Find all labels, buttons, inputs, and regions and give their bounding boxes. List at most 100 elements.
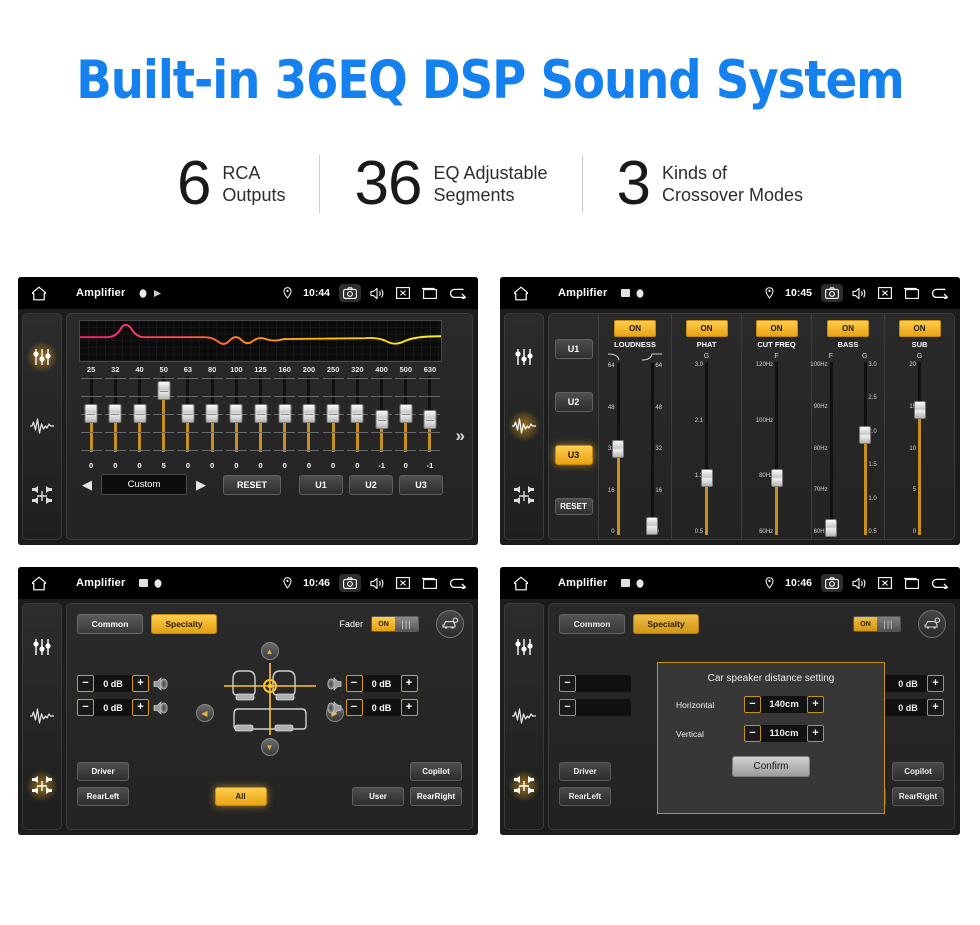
eq-slider-50[interactable] [152,376,176,460]
eq-slider-40[interactable] [127,376,151,460]
eq-slider-track[interactable] [129,376,150,452]
close-box-icon[interactable] [396,577,410,589]
preset-copilot-button[interactable]: Copilot [892,762,944,781]
volume-icon[interactable] [852,287,867,300]
toggle-on-button[interactable]: ON [614,320,656,337]
slider-track[interactable] [612,363,624,535]
eq-slider-track[interactable] [395,376,417,452]
plus-button[interactable]: + [927,675,944,692]
vertical-slider[interactable]: 644832160 [635,363,669,536]
tab-specialty[interactable]: Specialty [151,614,217,634]
home-icon[interactable] [28,286,50,301]
vertical-slider[interactable]: 3.0 2.5 2.0 1.5 1.0 0.5 [848,362,882,535]
eq-slider-track[interactable] [250,376,272,452]
preset-rearright-button[interactable]: RearRight [410,787,462,806]
vertical-slider[interactable]: 100Hz 90Hz 80Hz 70Hz 60Hz [810,362,848,538]
eq-slider-track[interactable] [298,376,320,452]
plus-button[interactable]: + [400,675,418,692]
camera-icon[interactable] [821,574,843,592]
fader-toggle[interactable]: ON ||| [371,616,419,632]
eq-slider-knob[interactable] [326,404,340,423]
eq-slider-63[interactable] [176,376,200,460]
eq-slider-25[interactable] [79,376,103,460]
slider-track[interactable] [700,362,713,535]
eq-slider-630[interactable] [418,376,442,460]
car-settings-icon[interactable] [918,610,946,638]
eq-slider-knob[interactable] [254,404,268,423]
slider-knob[interactable] [770,468,783,487]
car-settings-icon[interactable] [436,610,464,638]
reset-button[interactable]: RESET [223,474,281,495]
close-box-icon[interactable] [878,287,892,299]
vertical-slider[interactable]: 20151050 [903,362,937,535]
recents-icon[interactable] [421,577,437,589]
user-preset-u3-button[interactable]: U3 [399,474,443,495]
sidebar-item-balance[interactable] [27,771,57,802]
slider-knob[interactable] [913,401,926,420]
plus-button[interactable]: + [132,675,149,692]
front-left-stepper[interactable]: − 0 dB + [77,675,149,692]
tab-specialty[interactable]: Specialty [633,614,699,634]
slider-track[interactable] [646,363,658,536]
preset-copilot-button[interactable]: Copilot [410,762,462,781]
slider-knob[interactable] [700,468,713,487]
preset-name-display[interactable]: Custom [101,474,187,495]
reset-button[interactable]: RESET [554,497,593,515]
slider-knob[interactable] [646,517,658,536]
plus-button[interactable]: + [400,699,418,716]
slider-knob[interactable] [825,519,837,538]
sidebar-item-balance[interactable] [27,481,57,511]
minus-button[interactable]: − [559,699,576,716]
eq-slider-knob[interactable] [157,381,171,401]
plus-button[interactable]: + [807,725,824,742]
sidebar-item-equalizer[interactable] [27,341,57,372]
preset-u3-button[interactable]: U3 [554,444,593,465]
eq-slider-knob[interactable] [375,410,389,430]
minus-button[interactable]: − [744,696,761,713]
eq-slider-track[interactable] [274,376,296,452]
eq-slider-track[interactable] [104,376,126,452]
horizontal-stepper[interactable]: − 140cm + [744,696,824,713]
eq-slider-knob[interactable] [108,404,122,423]
slider-track[interactable] [825,362,837,538]
eq-slider-400[interactable] [369,376,393,460]
back-arrow-icon[interactable] [448,287,468,299]
eq-slider-32[interactable] [103,376,127,460]
toggle-on-button[interactable]: ON [827,320,869,337]
slider-knob[interactable] [612,440,624,458]
toggle-on-button[interactable]: ON [898,320,941,337]
seat-position-control[interactable]: ▲ ◀ ▼ [195,642,344,756]
eq-slider-track[interactable] [419,376,441,452]
back-arrow-icon[interactable] [448,577,468,589]
minus-button[interactable]: − [345,675,363,692]
vertical-slider[interactable]: 120Hz 100Hz 80Hz 60Hz [756,362,794,535]
sidebar-item-waveform[interactable] [27,411,57,441]
eq-slider-250[interactable] [321,376,345,460]
home-icon[interactable] [510,576,532,591]
recents-icon[interactable] [903,287,919,299]
rear-left-stepper[interactable]: − 0 dB + [77,699,149,716]
home-icon[interactable] [510,286,532,301]
plus-button[interactable]: + [807,696,824,713]
vertical-slider[interactable]: 644832160 [601,363,635,535]
plus-button[interactable]: + [927,699,944,716]
fader-toggle[interactable]: ON ||| [853,616,901,632]
eq-slider-track[interactable] [225,376,247,452]
recents-icon[interactable] [903,577,919,589]
user-preset-u2-button[interactable]: U2 [349,474,393,495]
sidebar-item-balance[interactable] [509,771,539,802]
move-up-button[interactable]: ▲ [260,642,279,660]
eq-slider-200[interactable] [297,376,321,460]
sidebar-item-equalizer[interactable] [509,342,539,372]
eq-slider-track[interactable] [346,376,368,452]
sidebar-item-waveform[interactable] [509,411,539,442]
sidebar-item-waveform[interactable] [509,701,539,731]
eq-slider-125[interactable] [248,376,272,460]
plus-button[interactable]: + [132,699,149,716]
preset-rearleft-button[interactable]: RearLeft [77,787,129,806]
eq-slider-80[interactable] [200,376,224,460]
eq-slider-track[interactable] [177,376,199,452]
front-right-stepper[interactable]: − 0 dB + [345,675,418,692]
move-left-button[interactable]: ◀ [195,704,214,722]
preset-u1-button[interactable]: U1 [554,338,593,359]
